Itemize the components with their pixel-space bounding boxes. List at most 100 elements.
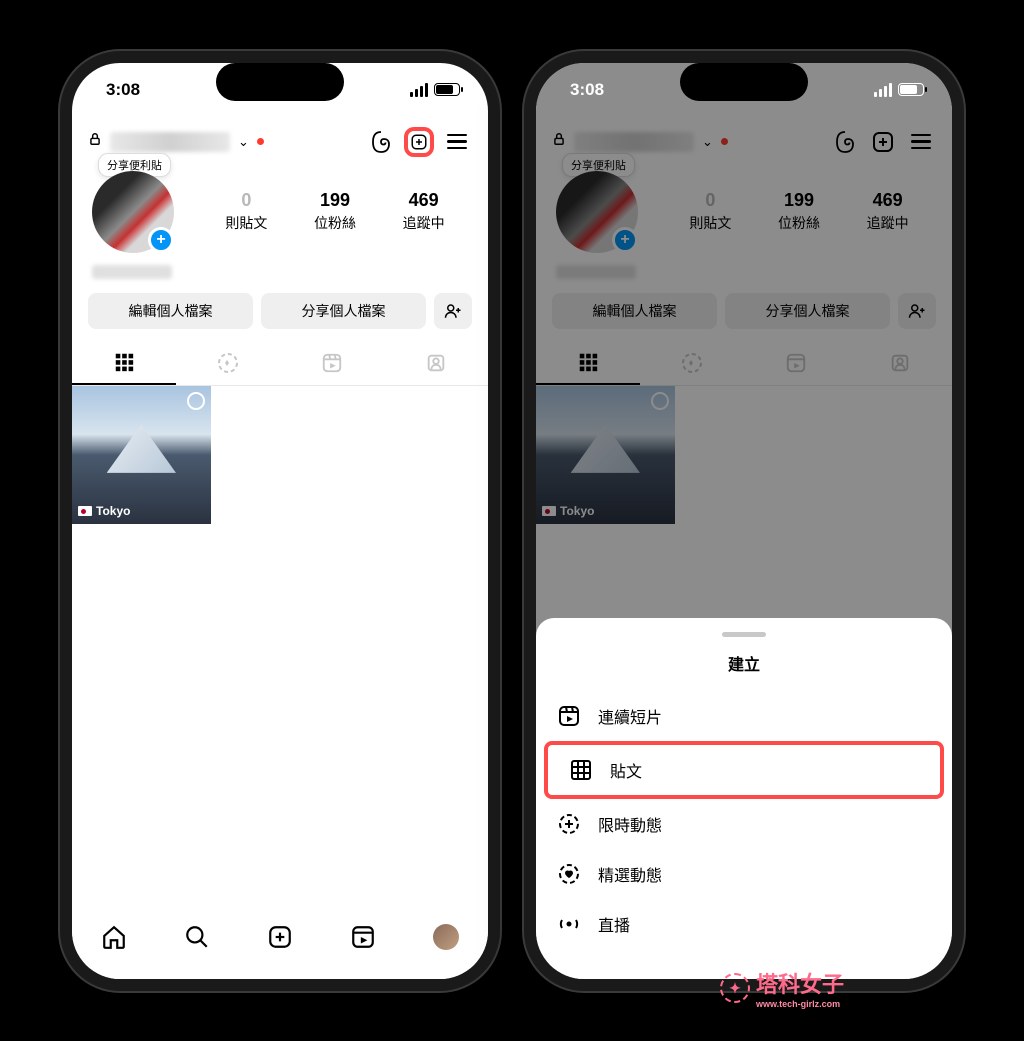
- nav-reels[interactable]: [349, 923, 377, 951]
- reels-icon: [321, 352, 343, 374]
- watermark: ✦ 塔科女子 www.tech-girlz.com: [720, 967, 844, 1009]
- add-story-plus-icon[interactable]: +: [612, 227, 638, 253]
- profile-avatar[interactable]: +: [556, 171, 638, 253]
- stat-following-value: 469: [867, 190, 909, 211]
- tab-reels[interactable]: [280, 341, 384, 385]
- grid-icon: [577, 351, 599, 373]
- notification-dot: [257, 138, 264, 145]
- tab-reels[interactable]: [744, 341, 848, 385]
- menu-button[interactable]: [442, 127, 472, 157]
- status-time: 3:08: [570, 80, 604, 100]
- create-button[interactable]: [868, 127, 898, 157]
- tab-tagged[interactable]: [384, 341, 488, 385]
- reels-icon: [785, 352, 807, 374]
- posts-grid: Tokyo: [536, 386, 952, 525]
- tab-grid[interactable]: [536, 341, 640, 385]
- highlight-circle-icon: [680, 351, 704, 375]
- watermark-text: 塔科女子: [756, 972, 844, 997]
- tab-grid[interactable]: [72, 341, 176, 385]
- sheet-title: 建立: [536, 651, 952, 675]
- add-person-icon: [444, 302, 462, 320]
- phone-right: 3:08 0 ⌄: [524, 51, 964, 991]
- stat-posts[interactable]: 0 則貼文: [689, 190, 731, 233]
- story-plus-icon: [556, 811, 582, 837]
- tagged-icon: [425, 352, 447, 374]
- username-dropdown[interactable]: [110, 132, 230, 152]
- discover-people-button[interactable]: [898, 293, 936, 329]
- profile-stats-row: 分享便利貼 + 0 則貼文 199 位粉絲 469 追蹤中: [72, 167, 488, 263]
- chevron-down-icon: ⌄: [238, 134, 249, 150]
- stat-posts-value: 0: [225, 190, 267, 211]
- avatar-container[interactable]: 分享便利貼 +: [556, 171, 646, 253]
- phone-screen-left: 3:08 0 ⌄: [72, 63, 488, 979]
- nav-create[interactable]: [266, 923, 294, 951]
- stat-following-value: 469: [403, 190, 445, 211]
- stat-posts[interactable]: 0 則貼文: [225, 190, 267, 233]
- hamburger-icon: [447, 134, 467, 150]
- edit-profile-button[interactable]: 編輯個人檔案: [552, 293, 717, 329]
- hamburger-icon: [911, 134, 931, 150]
- sheet-item-highlight[interactable]: 精選動態: [536, 849, 952, 899]
- nav-avatar-icon: [433, 924, 459, 950]
- grid-icon: [568, 757, 594, 783]
- stat-posts-value: 0: [689, 190, 731, 211]
- sheet-item-live[interactable]: 直播: [536, 899, 952, 949]
- create-bottom-sheet[interactable]: 建立 連續短片 貼文 限時動態: [536, 618, 952, 979]
- stat-following-label: 追蹤中: [403, 213, 445, 233]
- share-profile-button[interactable]: 分享個人檔案: [725, 293, 890, 329]
- watermark-icon: ✦: [720, 973, 750, 1003]
- share-profile-button[interactable]: 分享個人檔案: [261, 293, 426, 329]
- reels-nav-icon: [350, 924, 376, 950]
- profile-action-buttons: 編輯個人檔案 分享個人檔案: [72, 281, 488, 341]
- sheet-item-post[interactable]: 貼文: [544, 741, 944, 799]
- create-button[interactable]: [404, 127, 434, 157]
- grid-post-item[interactable]: Tokyo: [72, 386, 211, 525]
- chevron-down-icon: ⌄: [702, 134, 713, 150]
- discover-people-button[interactable]: [434, 293, 472, 329]
- lock-icon: [552, 131, 566, 152]
- sheet-item-label: 精選動態: [598, 862, 662, 886]
- stat-followers-label: 位粉絲: [778, 213, 820, 233]
- add-story-plus-icon[interactable]: +: [148, 227, 174, 253]
- stat-following[interactable]: 469 追蹤中: [403, 190, 445, 233]
- highlight-heart-icon: [556, 861, 582, 887]
- add-person-icon: [908, 302, 926, 320]
- stat-followers[interactable]: 199 位粉絲: [778, 190, 820, 233]
- phone-screen-right: 3:08 0 ⌄: [536, 63, 952, 979]
- threads-icon[interactable]: [830, 127, 860, 157]
- watermark-sub: www.tech-girlz.com: [756, 999, 844, 1009]
- jp-flag-icon: [542, 506, 556, 516]
- nav-search[interactable]: [183, 923, 211, 951]
- stat-followers[interactable]: 199 位粉絲: [314, 190, 356, 233]
- sheet-item-story[interactable]: 限時動態: [536, 799, 952, 849]
- threads-icon[interactable]: [366, 127, 396, 157]
- nav-profile[interactable]: [432, 923, 460, 951]
- sheet-drag-handle[interactable]: [722, 632, 766, 637]
- nav-home[interactable]: [100, 923, 128, 951]
- username-dropdown[interactable]: [574, 132, 694, 152]
- stat-following[interactable]: 469 追蹤中: [867, 190, 909, 233]
- tab-tagged[interactable]: [848, 341, 952, 385]
- signal-icon: [874, 83, 892, 97]
- profile-tabs: [536, 341, 952, 386]
- sheet-item-label: 直播: [598, 912, 630, 936]
- tab-highlights[interactable]: [176, 341, 280, 385]
- search-icon: [184, 924, 210, 950]
- stat-posts-label: 則貼文: [689, 213, 731, 233]
- profile-avatar[interactable]: +: [92, 171, 174, 253]
- display-name: [72, 263, 488, 281]
- status-time: 3:08: [106, 80, 140, 100]
- highlight-circle-icon: [216, 351, 240, 375]
- avatar-container[interactable]: 分享便利貼 +: [92, 171, 182, 253]
- sheet-item-label: 限時動態: [598, 812, 662, 836]
- highlight-marker-icon: [651, 392, 669, 410]
- sheet-item-reel[interactable]: 連續短片: [536, 691, 952, 741]
- phone-notch: [680, 63, 808, 101]
- edit-profile-button[interactable]: 編輯個人檔案: [88, 293, 253, 329]
- profile-action-buttons: 編輯個人檔案 分享個人檔案: [536, 281, 952, 341]
- menu-button[interactable]: [906, 127, 936, 157]
- grid-post-item[interactable]: Tokyo: [536, 386, 675, 525]
- profile-tabs: [72, 341, 488, 386]
- bottom-nav: [72, 911, 488, 979]
- tab-highlights[interactable]: [640, 341, 744, 385]
